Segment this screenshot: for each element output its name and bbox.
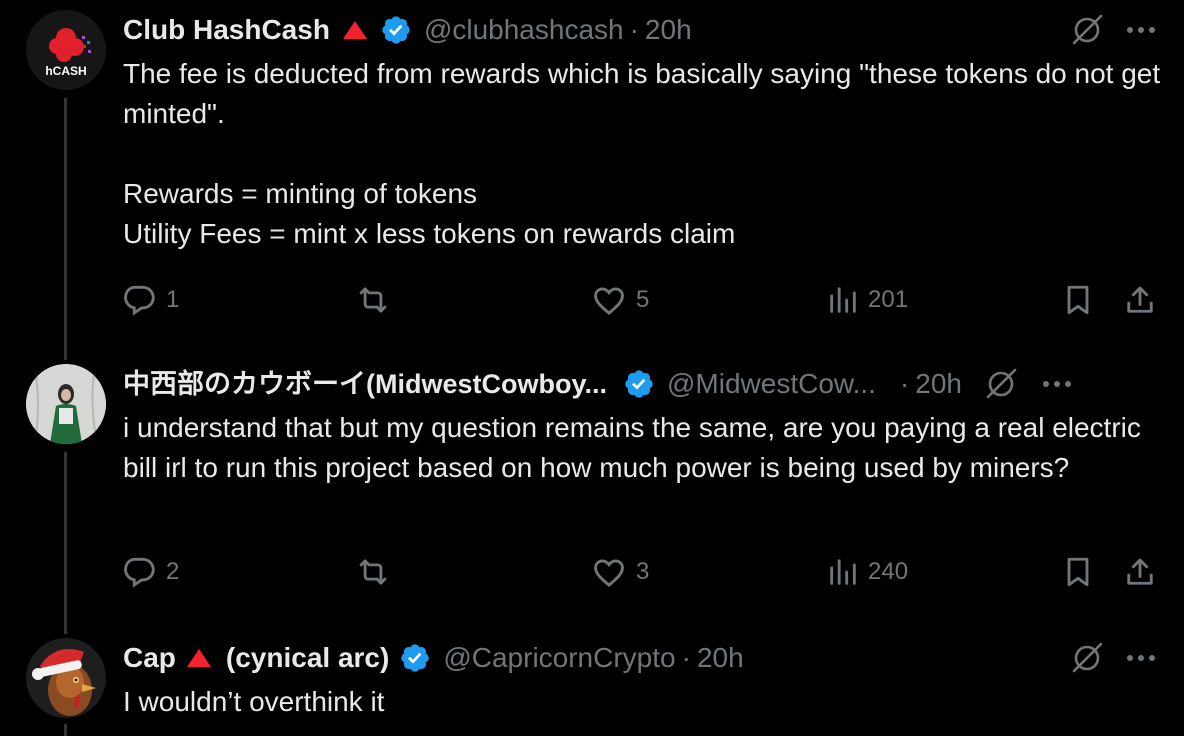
separator-dot: · — [629, 14, 639, 45]
more-icon[interactable] — [1126, 653, 1156, 663]
action-bar: 2 3 240 — [120, 552, 1164, 592]
svg-text:hCASH: hCASH — [45, 64, 86, 78]
tweet-cap[interactable]: Cap (cynical arc) @CapricornCrypto · 20h… — [0, 628, 1184, 736]
avatar-club-hashcash[interactable]: hCASH — [26, 10, 106, 90]
tweet-text: i understand that but my question remain… — [123, 412, 1149, 483]
reply-button[interactable]: 2 — [120, 552, 179, 592]
reply-count: 2 — [166, 558, 180, 585]
views-icon — [830, 287, 856, 313]
like-button[interactable]: 5 — [590, 280, 649, 320]
verified-badge-icon[interactable] — [380, 14, 412, 46]
avatar-cap[interactable] — [26, 638, 106, 718]
like-button[interactable]: 3 — [590, 552, 649, 592]
views-button[interactable]: 201 — [826, 280, 908, 320]
grok-icon[interactable] — [984, 367, 1018, 401]
like-icon — [594, 559, 624, 588]
tweet-header: 中西部のカウボーイ(MidwestCowboy... @MidwestCow..… — [123, 364, 1156, 404]
tweet-text: The fee is deducted from rewards which i… — [123, 58, 1161, 249]
author-name[interactable]: Club HashCash — [123, 10, 330, 50]
avatar-midwest-cowboy[interactable] — [26, 364, 106, 444]
author-name[interactable]: Cap — [123, 638, 176, 678]
author-handle[interactable]: @CapricornCrypto — [443, 638, 675, 678]
profile-photo-icon — [26, 364, 106, 444]
bookmark-icon — [1067, 557, 1089, 587]
reply-count: 1 — [166, 286, 180, 313]
timestamp[interactable]: 20h — [915, 364, 962, 404]
tweet-header: Cap (cynical arc) @CapricornCrypto · 20h — [123, 638, 1156, 678]
share-icon — [1127, 286, 1153, 313]
author-handle[interactable]: @clubhashcash — [424, 10, 624, 50]
thread-line — [64, 98, 67, 350]
views-icon — [830, 559, 856, 585]
views-button[interactable]: 240 — [826, 552, 908, 592]
like-count: 5 — [636, 286, 650, 313]
bookmark-icon — [1067, 285, 1089, 315]
repost-icon — [359, 287, 387, 313]
more-icon[interactable] — [1126, 25, 1156, 35]
like-count: 3 — [636, 558, 650, 585]
tweet-header: Club HashCash @clubhashcash · 20h — [123, 10, 1156, 50]
thread-line — [64, 452, 67, 628]
thread-line-top — [64, 628, 67, 634]
timestamp[interactable]: 20h — [645, 10, 692, 50]
red-triangle-icon — [186, 647, 212, 669]
repost-icon — [359, 559, 387, 585]
action-bar: 1 5 201 — [120, 280, 1164, 320]
share-icon — [1127, 558, 1153, 585]
tweet-text: I wouldn’t overthink it — [123, 686, 385, 717]
author-handle[interactable]: @MidwestCow... — [667, 364, 876, 404]
view-count: 240 — [868, 558, 909, 585]
more-icon[interactable] — [1042, 379, 1072, 389]
grok-icon[interactable] — [1070, 13, 1104, 47]
separator-dot: · — [899, 368, 910, 399]
bookmark-button[interactable] — [1060, 280, 1096, 320]
author-name[interactable]: 中西部のカウボーイ(MidwestCowboy... — [123, 364, 607, 404]
share-button[interactable] — [1122, 552, 1158, 592]
reply-icon — [124, 557, 155, 588]
reply-icon — [124, 285, 155, 316]
repost-button[interactable] — [354, 552, 400, 592]
red-triangle-icon — [342, 19, 368, 41]
tweet-club-hashcash[interactable]: hCASH Club HashCash @clubhashcash · 20h … — [0, 10, 1184, 350]
reply-button[interactable]: 1 — [120, 280, 179, 320]
repost-button[interactable] — [354, 280, 400, 320]
rooster-santa-hat-icon — [26, 638, 106, 718]
grok-icon[interactable] — [1070, 641, 1104, 675]
thread-line-top — [64, 350, 67, 360]
thread-line — [64, 724, 67, 736]
author-name-suffix[interactable]: (cynical arc) — [226, 638, 389, 678]
timestamp[interactable]: 20h — [697, 638, 744, 678]
verified-badge-icon[interactable] — [399, 642, 431, 674]
tweet-midwest-cowboy[interactable]: 中西部のカウボーイ(MidwestCowboy... @MidwestCow..… — [0, 350, 1184, 628]
hashcash-logo-icon: hCASH — [26, 10, 106, 90]
share-button[interactable] — [1122, 280, 1158, 320]
separator-dot: · — [681, 642, 691, 673]
view-count: 201 — [868, 286, 909, 313]
verified-badge-icon[interactable] — [623, 368, 655, 400]
like-icon — [594, 287, 624, 316]
bookmark-button[interactable] — [1060, 552, 1096, 592]
